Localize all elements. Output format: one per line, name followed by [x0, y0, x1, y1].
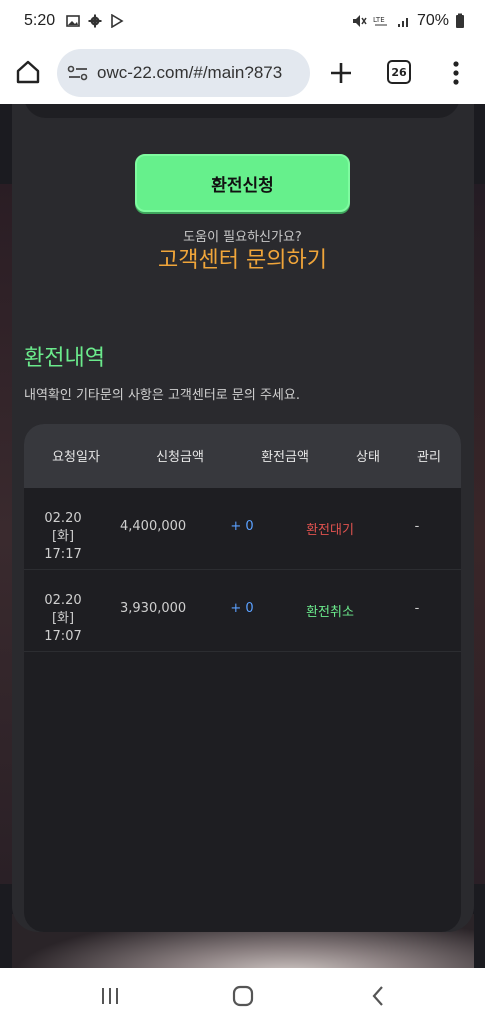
table-header: 요청일자 신청금액 환전금액 상태 관리 — [24, 424, 461, 488]
tab-switcher-button[interactable]: 26 — [387, 60, 411, 84]
exchange-apply-button[interactable]: 환전신청 — [135, 154, 350, 212]
table-row: 02.20 [화] 17:17 4,400,000 + 0 환전대기 - — [24, 488, 461, 570]
row-manage: - — [414, 519, 420, 534]
svg-text:LTE: LTE — [373, 16, 385, 24]
tab-count: 26 — [391, 65, 407, 79]
table-row: 02.20 [화] 17:07 3,930,000 + 0 환전취소 - — [24, 570, 461, 652]
mute-icon — [352, 15, 367, 27]
exchange-history-table: 요청일자 신청금액 환전금액 상태 관리 02.20 [화] 17:17 4,4… — [24, 424, 461, 932]
status-time: 5:20 — [24, 12, 56, 29]
header-request-amount: 신청금액 — [156, 450, 204, 465]
row-date-day: 02.20 [화] — [44, 511, 82, 544]
header-exchange-amount: 환전금액 — [261, 450, 309, 465]
battery-icon — [456, 13, 464, 28]
home-nav-icon[interactable] — [229, 982, 257, 1010]
battery-percent: 70% — [416, 12, 449, 29]
header-request-date: 요청일자 — [52, 450, 100, 465]
play-store-icon — [111, 14, 124, 28]
status-bar: 5:20 LTE 70% — [0, 0, 485, 44]
panel-top-strip — [24, 104, 460, 118]
gear-icon — [88, 14, 102, 28]
site-settings-icon[interactable] — [67, 64, 89, 82]
section-description: 내역확인 기타문의 사항은 고객센터로 문의 주세요. — [24, 388, 300, 403]
section-title: 환전내역 — [24, 346, 105, 371]
home-icon[interactable] — [14, 58, 42, 86]
new-tab-icon[interactable] — [328, 60, 354, 86]
url-text: owc-22.com/#/main?873 — [97, 63, 283, 82]
recent-apps-icon[interactable] — [96, 982, 124, 1010]
row-manage: - — [414, 601, 420, 616]
row-status: 환전대기 — [306, 523, 354, 538]
image-icon — [66, 15, 80, 27]
row-request-amount: 4,400,000 — [120, 519, 187, 534]
system-nav-bar — [0, 968, 485, 1024]
header-manage: 관리 — [417, 450, 441, 465]
row-date: 02.20 [화] 17:07 — [32, 592, 94, 646]
row-status: 환전취소 — [306, 605, 354, 620]
row-request-amount: 3,930,000 — [120, 601, 187, 616]
browser-toolbar: owc-22.com/#/main?873 26 — [0, 44, 485, 104]
url-bar[interactable]: owc-22.com/#/main?873 — [57, 49, 310, 97]
row-exchange-amount: + 0 — [230, 601, 254, 616]
back-icon[interactable] — [365, 982, 393, 1010]
row-date-time: 17:17 — [44, 547, 82, 562]
more-menu-icon[interactable] — [452, 59, 460, 87]
row-exchange-amount: + 0 — [230, 519, 254, 534]
header-status: 상태 — [356, 450, 380, 465]
lte-signal-icon: LTE — [373, 16, 387, 26]
customer-center-link[interactable]: 고객센터 문의하기 — [0, 242, 485, 274]
row-date-day: 02.20 [화] — [44, 593, 82, 626]
row-date: 02.20 [화] 17:17 — [32, 510, 94, 564]
signal-bars-icon — [397, 18, 408, 27]
row-date-time: 17:07 — [44, 629, 82, 644]
page-content: 환전신청 도움이 필요하신가요? 고객센터 문의하기 환전내역 내역확인 기타문… — [0, 104, 485, 968]
